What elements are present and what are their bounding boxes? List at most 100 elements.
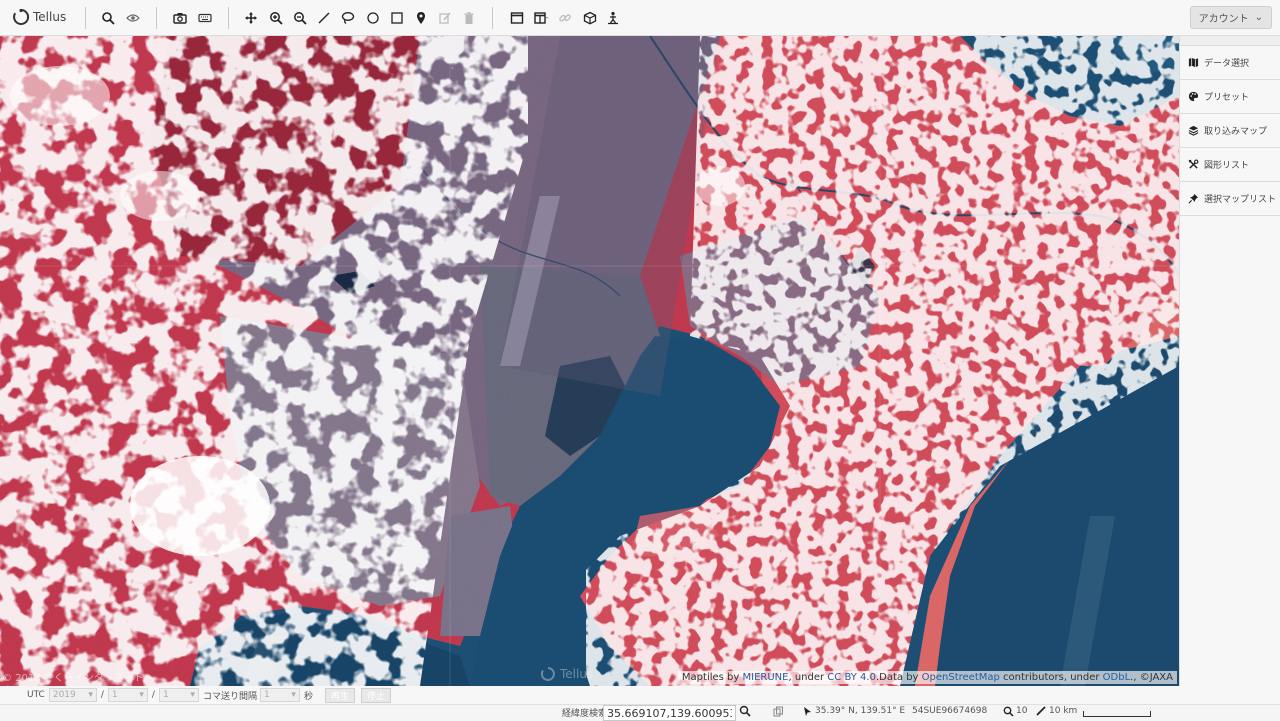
- attribution-prefix: Maptiles by: [681, 672, 743, 683]
- search-icon: [739, 705, 751, 717]
- app-logo[interactable]: Tellus: [12, 6, 66, 28]
- zoom-in-icon: [270, 12, 283, 25]
- person-icon: [608, 11, 618, 25]
- edit-shape-button[interactable]: [434, 7, 456, 29]
- map-attribution-left: © 2018 さくらインターネット: [2, 673, 144, 684]
- panel-item-shape-list[interactable]: 図形リスト: [1180, 148, 1280, 182]
- link-maps-button[interactable]: [554, 7, 576, 29]
- marker-icon: [417, 12, 425, 24]
- grid-code: 54SUE96674698: [912, 706, 988, 716]
- scale-ruler-icon: [1036, 706, 1046, 719]
- split-view-button[interactable]: [530, 7, 552, 29]
- map-canvas[interactable]: Tellus © 2018 さくらインターネット Maptiles by MIE…: [0, 36, 1179, 686]
- right-panel: データ選択 プリセット 取り込みマップ 図形リスト 選択マップリスト: [1179, 36, 1280, 686]
- right-panel-header: [1180, 36, 1280, 46]
- chevron-down-icon: ▾: [139, 690, 144, 700]
- 3d-view-button[interactable]: [579, 7, 601, 29]
- mierune-link[interactable]: MIERUNE: [743, 672, 789, 683]
- palette-icon: [1188, 91, 1199, 102]
- panel-item-label: プリセット: [1204, 93, 1250, 103]
- cursor-coordinates: 35.39° N, 139.51° E: [815, 706, 906, 716]
- delete-shape-button[interactable]: [458, 7, 480, 29]
- zoom-level: 10: [1016, 706, 1028, 716]
- search-button[interactable]: [97, 7, 119, 29]
- openstreetmap-link[interactable]: OpenStreetMap: [922, 672, 1000, 683]
- panel-item-label: 取り込みマップ: [1204, 127, 1268, 137]
- lasso-icon: [341, 12, 355, 25]
- play-button[interactable]: 再生: [324, 687, 355, 703]
- eye-icon: [126, 14, 140, 22]
- utc-label: UTC: [27, 690, 45, 700]
- panel-item-selected-map-list[interactable]: 選択マップリスト: [1180, 182, 1280, 216]
- layers-icon: [1188, 125, 1199, 136]
- camera-icon: [173, 13, 187, 24]
- zoom-out-icon: [294, 12, 307, 25]
- draw-rectangle-button[interactable]: [386, 7, 408, 29]
- coord-search-label: 経緯度検索: [562, 709, 608, 719]
- scale-bar: [1083, 711, 1151, 717]
- panel-item-label: 図形リスト: [1204, 161, 1250, 171]
- year-value: 2019: [52, 690, 76, 700]
- edit-icon: [439, 12, 451, 24]
- cube-icon: [583, 11, 597, 25]
- toolbar-divider: [228, 7, 229, 29]
- link-icon: [559, 14, 571, 22]
- cursor-icon: [803, 706, 812, 720]
- map-icon: [1188, 57, 1199, 68]
- tools-icon: [1188, 159, 1199, 169]
- copy-coords-button[interactable]: [773, 706, 784, 720]
- single-window-button[interactable]: [506, 7, 528, 29]
- search-icon: [102, 12, 115, 25]
- copy-icon: [773, 706, 783, 717]
- place-marker-button[interactable]: [410, 7, 432, 29]
- draw-lasso-button[interactable]: [337, 7, 359, 29]
- seconds-label: 秒: [303, 691, 313, 702]
- panel-item-label: 選択マップリスト: [1204, 195, 1277, 205]
- street-view-button[interactable]: [602, 7, 624, 29]
- toolbar-divider: [492, 7, 493, 29]
- app-logo-text: Tellus: [33, 10, 67, 24]
- chevron-down-icon: ▾: [88, 690, 93, 700]
- year-select[interactable]: 2019 ▾: [48, 688, 97, 702]
- toolbar-divider: [85, 7, 86, 29]
- attribution-text: ., ©JAXA: [1130, 672, 1173, 683]
- line-icon: [318, 12, 330, 24]
- toolbar-divider: [156, 7, 157, 29]
- tellus-logo-icon: [13, 8, 30, 25]
- chevron-down-icon: ▾: [190, 690, 195, 700]
- coord-search-input[interactable]: [603, 705, 736, 721]
- odbl-link[interactable]: ODbL: [1103, 672, 1131, 683]
- circle-icon: [367, 12, 379, 24]
- split-view-icon: [534, 12, 548, 24]
- map-watermark: Tellus: [540, 666, 593, 682]
- keyboard-button[interactable]: [194, 7, 216, 29]
- day-select[interactable]: 1 ▾: [158, 688, 199, 702]
- trash-icon: [464, 12, 474, 24]
- watermark-text: Tellus: [560, 667, 594, 681]
- panel-item-imported-maps[interactable]: 取り込みマップ: [1180, 114, 1280, 148]
- draw-circle-button[interactable]: [362, 7, 384, 29]
- attribution-text: contributors, under: [999, 672, 1103, 683]
- stop-button[interactable]: 停止: [360, 687, 391, 703]
- attribution-text: .Data by: [875, 672, 922, 683]
- cc-by-link[interactable]: CC BY 4.0: [827, 672, 876, 683]
- scale-label: 10 km: [1049, 706, 1078, 716]
- draw-line-button[interactable]: [313, 7, 335, 29]
- zoom-out-button[interactable]: [289, 7, 311, 29]
- panel-item-presets[interactable]: プリセット: [1180, 80, 1280, 114]
- view-toggle-button[interactable]: [122, 7, 144, 29]
- account-label: アカウント: [1198, 14, 1249, 25]
- window-icon: [510, 12, 524, 24]
- rectangle-icon: [391, 12, 403, 24]
- frame-interval-select[interactable]: 1 ▾: [259, 688, 300, 702]
- timeline-controls: UTC 2019 ▾ / 1 ▾ / 1 ▾ コマ送り間隔 1 ▾ 秒 再生 停止: [0, 686, 1280, 704]
- panel-item-data-select[interactable]: データ選択: [1180, 46, 1280, 80]
- map-attribution: Maptiles by MIERUNE, under CC BY 4.0.Dat…: [677, 671, 1177, 684]
- screenshot-button[interactable]: [169, 7, 191, 29]
- panel-item-label: データ選択: [1204, 59, 1250, 69]
- pan-button[interactable]: [240, 7, 262, 29]
- month-select[interactable]: 1 ▾: [107, 688, 148, 702]
- zoom-in-button[interactable]: [265, 7, 287, 29]
- coord-search-button[interactable]: [739, 705, 751, 720]
- account-menu-button[interactable]: アカウント ⌄: [1189, 6, 1272, 29]
